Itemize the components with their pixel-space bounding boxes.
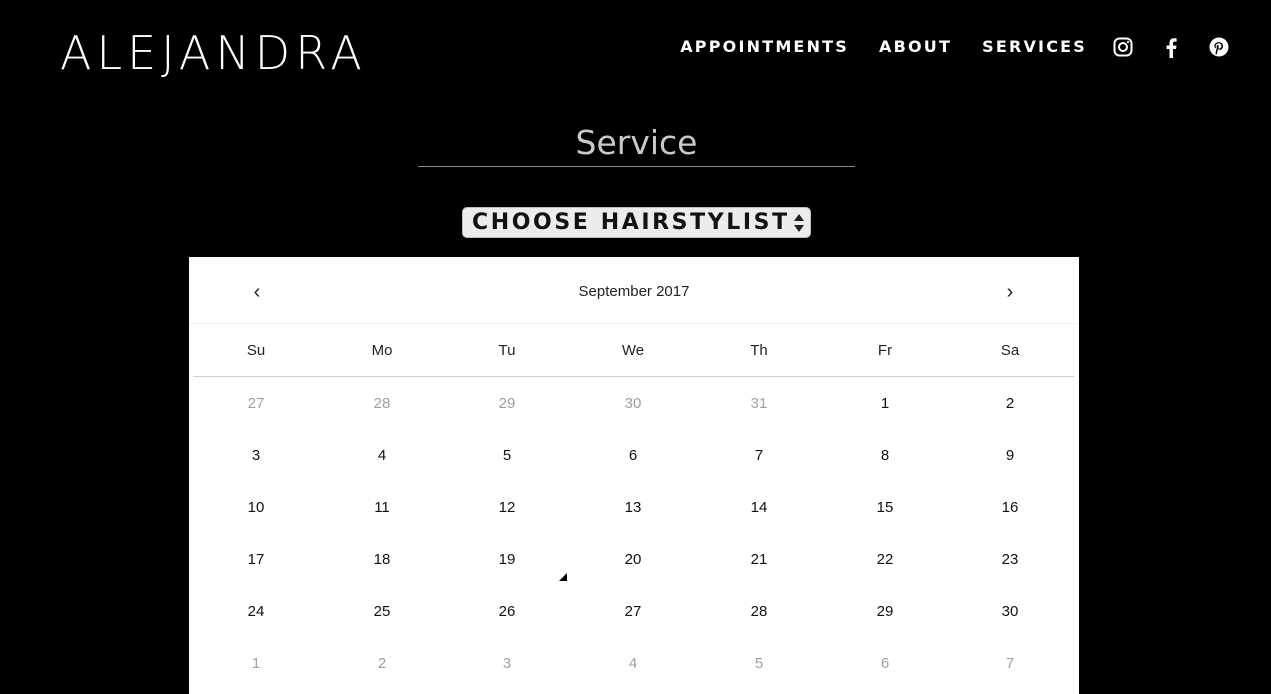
calendar-day-outside-month[interactable]: 5 — [729, 655, 789, 672]
pinterest-icon[interactable] — [1207, 34, 1231, 60]
page: ALEJANDRA APPOINTMENTS ABOUT SERVICES Se… — [0, 0, 1271, 694]
calendar-day[interactable]: 26 — [477, 603, 537, 620]
calendar-day[interactable]: 21 — [729, 551, 789, 568]
calendar-day[interactable]: 1 — [855, 395, 915, 412]
weekday-label: Fr — [877, 342, 893, 359]
hairstylist-select[interactable]: CHOOSE HAIRSTYLIST — [462, 207, 811, 238]
calendar-day[interactable]: 29 — [855, 603, 915, 620]
calendar-day[interactable]: 22 — [855, 551, 915, 568]
weekday-label: Sa — [1000, 342, 1020, 359]
calendar-day[interactable]: 28 — [729, 603, 789, 620]
calendar-day-outside-month[interactable]: 7 — [980, 655, 1040, 672]
select-arrows-icon — [794, 214, 804, 232]
calendar-day[interactable]: 12 — [477, 499, 537, 516]
nav-services[interactable]: SERVICES — [982, 34, 1087, 60]
site-logo[interactable]: ALEJANDRA — [60, 28, 367, 78]
calendar-day[interactable]: 19 — [477, 551, 537, 568]
calendar-day-outside-month[interactable]: 29 — [477, 395, 537, 412]
calendar-day-outside-month[interactable]: 1 — [226, 655, 286, 672]
instagram-icon[interactable] — [1111, 34, 1135, 60]
service-underline — [418, 166, 855, 167]
calendar-day[interactable]: 18 — [352, 551, 412, 568]
weekday-label: Th — [750, 342, 768, 359]
hairstylist-select-label: CHOOSE HAIRSTYLIST — [472, 210, 790, 235]
calendar-day[interactable]: 7 — [729, 447, 789, 464]
calendar-day[interactable]: 13 — [603, 499, 663, 516]
mouse-cursor — [559, 573, 567, 581]
calendar-day-outside-month[interactable]: 4 — [603, 655, 663, 672]
calendar-day[interactable]: 14 — [729, 499, 789, 516]
calendar-day[interactable]: 20 — [603, 551, 663, 568]
calendar-day-outside-month[interactable]: 27 — [226, 395, 286, 412]
calendar-day[interactable]: 9 — [980, 447, 1040, 464]
calendar-month-title: September 2017 — [578, 283, 690, 300]
main-nav: APPOINTMENTS ABOUT SERVICES — [680, 34, 1231, 60]
calendar-header: ‹ September 2017 › — [189, 257, 1079, 324]
calendar-day[interactable]: 17 — [226, 551, 286, 568]
nav-about[interactable]: ABOUT — [879, 34, 952, 60]
nav-appointments[interactable]: APPOINTMENTS — [680, 34, 849, 60]
calendar-day[interactable]: 23 — [980, 551, 1040, 568]
calendar-day-outside-month[interactable]: 6 — [855, 655, 915, 672]
calendar-day[interactable]: 27 — [603, 603, 663, 620]
calendar-day[interactable]: 5 — [477, 447, 537, 464]
calendar-day[interactable]: 2 — [980, 395, 1040, 412]
calendar-day[interactable]: 30 — [980, 603, 1040, 620]
facebook-icon[interactable] — [1159, 34, 1183, 60]
next-month-button[interactable]: › — [995, 279, 1025, 307]
calendar-day[interactable]: 11 — [352, 499, 412, 516]
weekday-label: Mo — [371, 342, 393, 359]
calendar-day[interactable]: 25 — [352, 603, 412, 620]
weekday-label: We — [621, 342, 645, 359]
calendar-day[interactable]: 6 — [603, 447, 663, 464]
calendar-day-outside-month[interactable]: 2 — [352, 655, 412, 672]
calendar-day[interactable]: 3 — [226, 447, 286, 464]
service-field[interactable]: Service — [418, 120, 855, 166]
calendar-day-outside-month[interactable]: 28 — [352, 395, 412, 412]
calendar-day[interactable]: 10 — [226, 499, 286, 516]
calendar-day[interactable]: 16 — [980, 499, 1040, 516]
calendar-day[interactable]: 24 — [226, 603, 286, 620]
calendar-day-outside-month[interactable]: 30 — [603, 395, 663, 412]
calendar-day-outside-month[interactable]: 31 — [729, 395, 789, 412]
weekday-label: Tu — [498, 342, 516, 359]
date-picker-calendar: ‹ September 2017 › Su Mo Tu We Th Fr Sa 27 28 29… — [189, 257, 1079, 694]
calendar-day[interactable]: 15 — [855, 499, 915, 516]
weekday-header-row: Su Mo Tu We Th Fr Sa — [193, 324, 1074, 377]
calendar-day[interactable]: 8 — [855, 447, 915, 464]
calendar-day-outside-month[interactable]: 3 — [477, 655, 537, 672]
weekday-label: Su — [246, 342, 266, 359]
calendar-day[interactable]: 4 — [352, 447, 412, 464]
